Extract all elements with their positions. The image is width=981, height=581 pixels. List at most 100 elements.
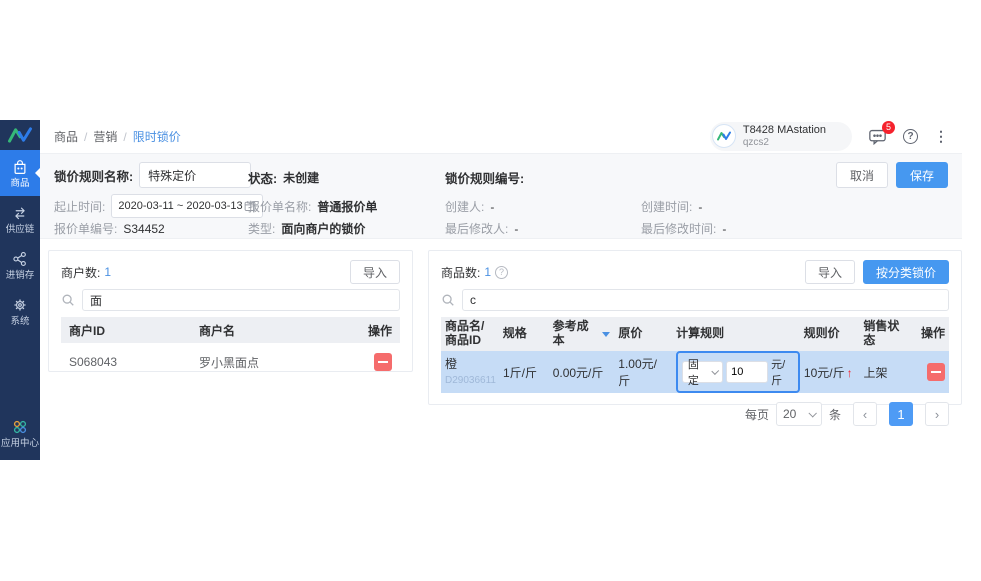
per-page-unit: 条 [829,406,841,423]
col-spec: 规格 [499,327,549,341]
gear-icon [11,296,29,314]
sort-desc-icon [602,332,610,337]
calc-rule-cell: 固定 元/斤 [672,351,800,393]
col-ref-cost[interactable]: 参考成本 [549,320,615,348]
product-ref-cost: 0.00元/斤 [549,364,615,381]
rule-no-label: 锁价规则编号: [445,168,524,187]
product-id: D29036611 [445,375,496,386]
shopping-bag-icon [11,158,29,176]
rule-name-input[interactable] [139,162,251,188]
sidebar-item-system[interactable]: 系统 [0,288,40,334]
sidebar: 商品 供应链 进销存 [0,120,40,460]
company-logo [0,120,40,150]
per-page-select[interactable]: 20 [776,402,822,426]
modifier-label: 最后修改人: [445,220,508,237]
price-up-arrow-icon: ↑ [847,366,853,380]
products-import-button[interactable]: 导入 [805,260,855,284]
col-calc-rule: 计算规则 [672,327,799,341]
quote-name-field: 报价单名称: 普通报价单 [248,198,377,215]
creator-label: 创建人: [445,198,484,215]
table-row[interactable]: S068043 罗小黑面点 [61,343,400,381]
modifier-field: 最后修改人: - [445,220,518,237]
sidebar-item-supply-chain[interactable]: 供应链 [0,196,40,242]
sidebar-item-label: 商品 [11,179,30,189]
table-row-selected[interactable]: 橙 D29036611 1斤/斤 0.00元/斤 1.00元/斤 固定 元/斤 … [441,351,949,393]
user-menu[interactable]: T8428 MAstation qzcs2 [710,122,852,150]
quote-name-value: 普通报价单 [317,198,377,215]
status-value: 未创建 [283,169,319,186]
created-time-field: 创建时间: - [641,198,702,215]
merchants-import-button[interactable]: 导入 [350,260,400,284]
help-button[interactable]: ? [903,129,918,144]
rule-unit: 元/斤 [771,356,794,388]
merchants-panel: 商户数: 1 导入 商户ID 商户名 操作 S068043 罗小黑面点 [48,250,413,372]
col-merchant-name: 商户名 [199,322,348,339]
rule-value-input[interactable] [726,361,768,383]
rule-no-field: 锁价规则编号: [445,168,524,187]
prev-page-button[interactable]: ‹ [853,402,877,426]
product-search-input[interactable] [462,289,949,311]
creator-value: - [490,200,494,214]
product-name-cell: 橙 D29036611 [441,357,499,386]
form-actions: 取消 保存 [836,162,948,188]
date-range-input[interactable]: 2020-03-11 ~ 2020-03-13 [111,194,263,218]
help-circle-icon[interactable]: ? [495,266,508,279]
sidebar-item-app-center[interactable]: 应用中心 [0,410,40,456]
creator-field: 创建人: - [445,198,494,215]
product-original-price: 1.00元/斤 [614,355,672,389]
col-merchant-id: 商户ID [69,322,199,339]
save-button[interactable]: 保存 [896,162,948,188]
rule-price-value: 10元/斤 [804,366,845,380]
messages-button[interactable]: 5 [868,128,887,145]
product-count-label: 商品数: [441,264,480,281]
per-page-value: 20 [783,407,796,421]
app-center-icon [11,418,29,436]
breadcrumb-goods[interactable]: 商品 [54,128,78,145]
sidebar-item-label: 进销存 [6,271,35,281]
app-window: 商品 供应链 进销存 [0,120,981,461]
sidebar-item-label: 系统 [11,317,30,327]
quote-no-label: 报价单编号: [54,220,117,237]
avatar [712,124,736,148]
modified-time-value: - [722,222,726,236]
sidebar-item-inventory[interactable]: 进销存 [0,242,40,288]
merchant-count: 商户数: 1 [61,264,111,281]
status-label: 状态: [248,168,277,187]
more-menu-button[interactable]: ⋮ [934,129,948,143]
merchants-table-header: 商户ID 商户名 操作 [61,317,400,343]
merchant-search-input[interactable] [82,289,400,311]
sale-status: 上架 [860,364,914,381]
sidebar-item-goods[interactable]: 商品 [0,150,40,196]
cancel-button[interactable]: 取消 [836,162,888,188]
top-bar: 商品 / 营销 / 限时锁价 T8428 MAstation qzcs2 [40,120,962,153]
type-label: 类型: [248,220,275,237]
search-icon [61,293,75,307]
user-org: qzcs2 [743,137,826,149]
chevron-down-icon [711,367,719,375]
product-count: 商品数: 1 ? [441,264,508,281]
created-time-value: - [698,200,702,214]
col-original-price: 原价 [614,327,672,341]
product-spec: 1斤/斤 [499,364,549,381]
rule-price-cell: 10元/斤↑ [800,364,860,381]
date-range-value: 2020-03-11 ~ 2020-03-13 [118,200,242,212]
kebab-icon: ⋮ [934,129,948,143]
quote-name-label: 报价单名称: [248,198,311,215]
merchant-count-label: 商户数: [61,264,100,281]
date-range-label: 起止时间: [54,198,105,215]
product-name: 橙 [445,357,457,371]
col-merchant-op: 操作 [348,322,392,339]
rule-type-select[interactable]: 固定 [682,361,723,383]
rule-name-field: 锁价规则名称: [54,162,251,188]
breadcrumb-separator: / [84,130,87,144]
next-page-button[interactable]: › [925,402,949,426]
sidebar-item-label: 应用中心 [1,439,39,449]
breadcrumb-marketing[interactable]: 营销 [93,128,117,145]
remove-product-button[interactable] [927,363,945,381]
lock-by-category-button[interactable]: 按分类锁价 [863,260,949,284]
user-name: T8428 MAstation [743,124,826,137]
page-number-button[interactable]: 1 [889,402,913,426]
share-nodes-icon [11,250,29,268]
remove-merchant-button[interactable] [374,353,392,371]
rule-type-value: 固定 [688,356,708,388]
